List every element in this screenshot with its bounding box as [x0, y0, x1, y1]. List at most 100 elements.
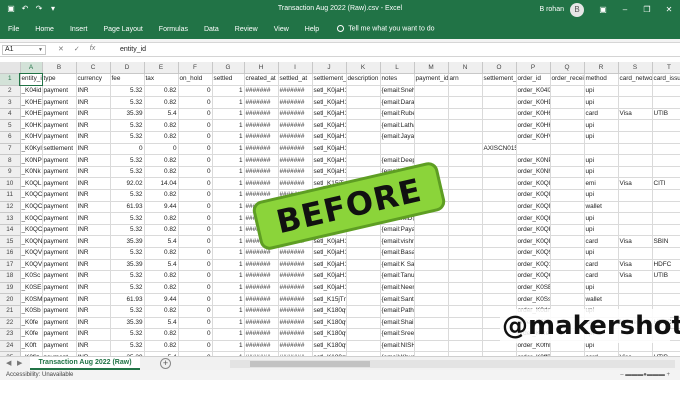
- cell[interactable]: _K0QL: [20, 177, 43, 191]
- cell[interactable]: 0.82: [144, 224, 179, 237]
- cell[interactable]: upi: [584, 282, 619, 295]
- cell[interactable]: _K0fe: [20, 328, 43, 341]
- cell[interactable]: [346, 96, 381, 109]
- cell[interactable]: [448, 166, 483, 179]
- cell[interactable]: card: [584, 270, 619, 283]
- cell[interactable]: [448, 108, 483, 121]
- cell[interactable]: 1: [212, 201, 245, 214]
- cell[interactable]: setl_K0jaH1t8ErBkl3: [312, 143, 347, 156]
- cell[interactable]: payment: [42, 166, 77, 179]
- cell[interactable]: setl_K180qwstRiQou: [312, 305, 347, 318]
- cell[interactable]: #######: [278, 247, 313, 260]
- cell[interactable]: 5.4: [144, 317, 179, 330]
- cell[interactable]: 61.93: [110, 201, 145, 214]
- cell[interactable]: [652, 143, 680, 156]
- cell[interactable]: payment: [42, 177, 77, 191]
- column-header-P[interactable]: P: [516, 62, 551, 75]
- cell[interactable]: 0: [178, 247, 213, 260]
- cell[interactable]: [482, 166, 517, 179]
- row-header[interactable]: 17: [0, 259, 21, 272]
- cell[interactable]: [448, 259, 483, 272]
- user-name[interactable]: B rohan: [539, 6, 564, 13]
- column-header-N[interactable]: N: [448, 62, 483, 75]
- cell[interactable]: Visa: [618, 259, 653, 272]
- cell[interactable]: [346, 340, 381, 353]
- cell[interactable]: _K0Sc: [20, 270, 43, 283]
- cell[interactable]: [346, 259, 381, 272]
- cell[interactable]: {email:Payal Thapa.Pa@gmail.com,phon: [380, 224, 415, 237]
- cell[interactable]: 1: [212, 317, 245, 330]
- cell[interactable]: #######: [278, 143, 313, 156]
- cell[interactable]: [550, 224, 585, 237]
- cell[interactable]: 1: [212, 189, 245, 202]
- cell[interactable]: payment: [42, 340, 77, 353]
- column-header-G[interactable]: G: [212, 62, 245, 75]
- cell[interactable]: setl_K0jaH1t8ErBkl3: [312, 282, 347, 295]
- cell[interactable]: 1: [212, 293, 245, 306]
- cell[interactable]: Visa: [618, 108, 653, 121]
- avatar[interactable]: B: [570, 2, 584, 17]
- cell[interactable]: 61.93: [110, 293, 145, 306]
- cell[interactable]: #######: [244, 177, 279, 191]
- cell[interactable]: order_K0QlnQIjnm1l: [516, 177, 551, 191]
- cell[interactable]: 0.82: [144, 282, 179, 295]
- cell[interactable]: [618, 224, 653, 237]
- cell[interactable]: [482, 224, 517, 237]
- cell[interactable]: order_K0SE0UFgZDC: [516, 282, 551, 295]
- cell[interactable]: settlement: [42, 143, 77, 156]
- cell[interactable]: [550, 282, 585, 295]
- cell[interactable]: _K0QC: [20, 224, 43, 237]
- cell[interactable]: 1: [212, 131, 245, 144]
- cell[interactable]: {email:Tanuj Saini.Ta@gmail.com,phone:7: [380, 270, 415, 283]
- cell[interactable]: payment: [42, 96, 77, 109]
- cell[interactable]: 9.44: [144, 293, 179, 306]
- cell[interactable]: INR: [76, 96, 111, 109]
- cell[interactable]: #######: [278, 177, 313, 191]
- cell[interactable]: INR: [76, 166, 111, 179]
- cell[interactable]: [414, 96, 449, 109]
- cell[interactable]: #######: [244, 119, 279, 133]
- cell[interactable]: _K0NP: [20, 154, 43, 167]
- cell[interactable]: #######: [278, 119, 313, 133]
- cell[interactable]: 0.82: [144, 154, 179, 167]
- cell[interactable]: payment: [42, 259, 77, 272]
- cell[interactable]: INR: [76, 328, 111, 341]
- cell[interactable]: setl_K0jaH1t8ErBkl3: [312, 131, 347, 144]
- cell[interactable]: 0: [144, 143, 179, 156]
- cell[interactable]: UTIB: [652, 270, 680, 283]
- cell[interactable]: 0.82: [144, 119, 179, 133]
- cell[interactable]: wallet: [584, 201, 619, 214]
- cell[interactable]: [346, 270, 381, 283]
- cell[interactable]: 1: [212, 224, 245, 237]
- cell[interactable]: [482, 259, 517, 272]
- cell[interactable]: [584, 143, 619, 156]
- cell[interactable]: on_hold: [178, 73, 213, 86]
- scrollbar-thumb[interactable]: [250, 361, 370, 367]
- cell[interactable]: order_K0QO1C2k7qT: [516, 270, 551, 283]
- cell[interactable]: #######: [244, 108, 279, 121]
- cell[interactable]: [346, 85, 381, 98]
- cell[interactable]: [652, 166, 680, 179]
- row-header[interactable]: 13: [0, 212, 21, 225]
- cell[interactable]: _K0QC: [20, 212, 43, 225]
- cell[interactable]: 92.02: [110, 177, 145, 191]
- cancel-icon[interactable]: ✕: [58, 45, 64, 53]
- cell[interactable]: [414, 259, 449, 272]
- cell[interactable]: 5.32: [110, 96, 145, 109]
- cell[interactable]: 0: [178, 259, 213, 272]
- cell[interactable]: [346, 235, 381, 248]
- cell[interactable]: 1: [212, 96, 245, 109]
- cell[interactable]: setl_K0jaH1t8ErBkl3: [312, 247, 347, 260]
- cell[interactable]: [550, 235, 585, 248]
- cell[interactable]: [346, 108, 381, 121]
- row-header[interactable]: 16: [0, 247, 21, 260]
- cell[interactable]: payment: [42, 212, 77, 225]
- cell[interactable]: _K0HV: [20, 131, 43, 144]
- cell[interactable]: setl_K0jaH1t8ErBkl3: [312, 166, 347, 179]
- chevron-down-icon[interactable]: ▼: [38, 46, 43, 54]
- cell[interactable]: 1: [212, 305, 245, 318]
- cell[interactable]: payment: [42, 154, 77, 167]
- cell[interactable]: order_K0Ql297XLGeI: [516, 189, 551, 202]
- cell[interactable]: card_network: [618, 73, 653, 86]
- cell[interactable]: 1: [212, 282, 245, 295]
